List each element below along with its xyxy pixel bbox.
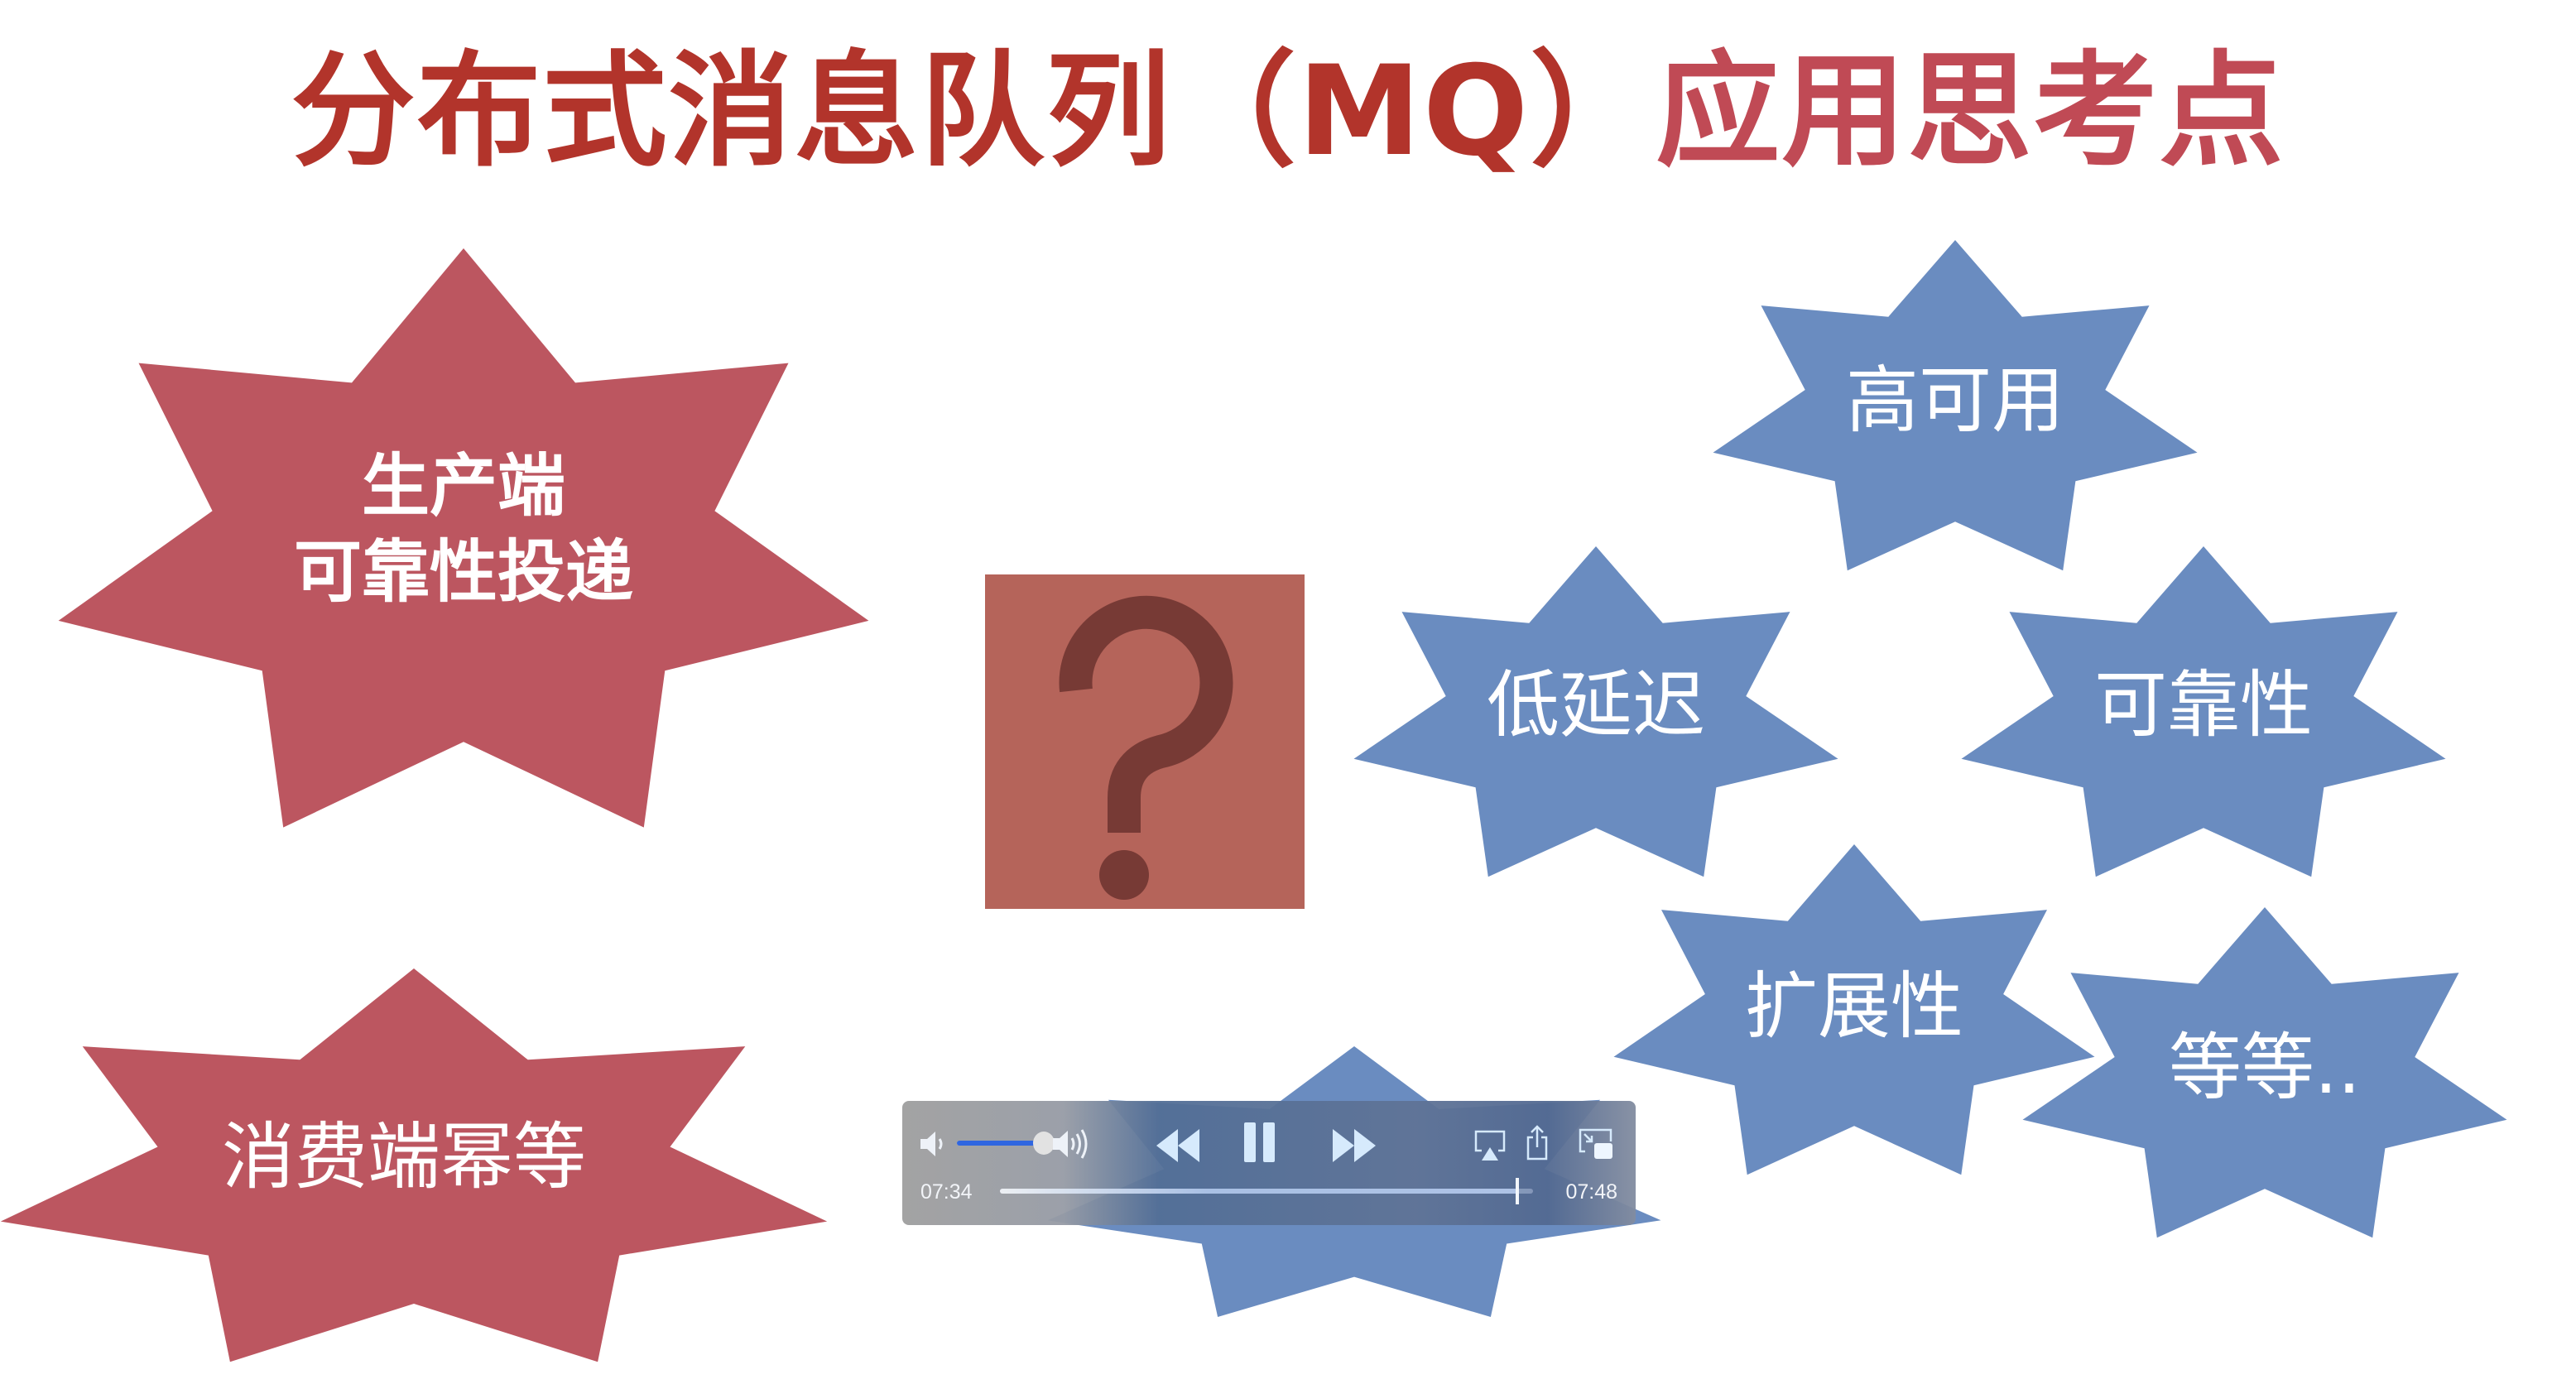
reliability-label: 可靠性 [2093,662,2314,747]
low-latency-label: 低延迟 [1486,662,1706,747]
progress-fill [1000,1189,1517,1194]
question-box [985,574,1305,909]
fast-forward-icon[interactable] [1331,1129,1377,1162]
total-time: 07:48 [1565,1180,1617,1204]
volume-slider[interactable] [957,1132,1055,1155]
label-line-2: 可靠性投递 [293,533,634,612]
producer-reliable-delivery-label: 生产端 可靠性投递 [294,444,633,616]
pause-icon[interactable] [1240,1119,1280,1162]
high-availability-label: 高可用 [1845,358,2065,443]
question-mark-icon [1059,595,1233,900]
airplay-icon[interactable] [1473,1129,1507,1162]
etc-label: 等等.. [2169,1025,2361,1110]
video-player-controls: 07:34 07:48 [902,1101,1636,1225]
volume-high-icon[interactable] [1051,1124,1093,1164]
scalability-label: 扩展性 [1744,964,1964,1049]
consumer-idempotent-label: 消费端幂等 [221,1114,587,1199]
label-line-1: 生产端 [361,447,566,526]
volume-level [957,1141,1044,1146]
rewind-icon[interactable] [1155,1129,1201,1162]
volume-low-icon[interactable] [919,1127,949,1161]
picture-in-picture-icon[interactable] [1578,1127,1614,1161]
progress-bar[interactable] [1000,1178,1533,1204]
progress-scrubber[interactable] [1515,1178,1519,1204]
share-icon[interactable] [1525,1124,1550,1161]
current-time: 07:34 [920,1180,973,1204]
